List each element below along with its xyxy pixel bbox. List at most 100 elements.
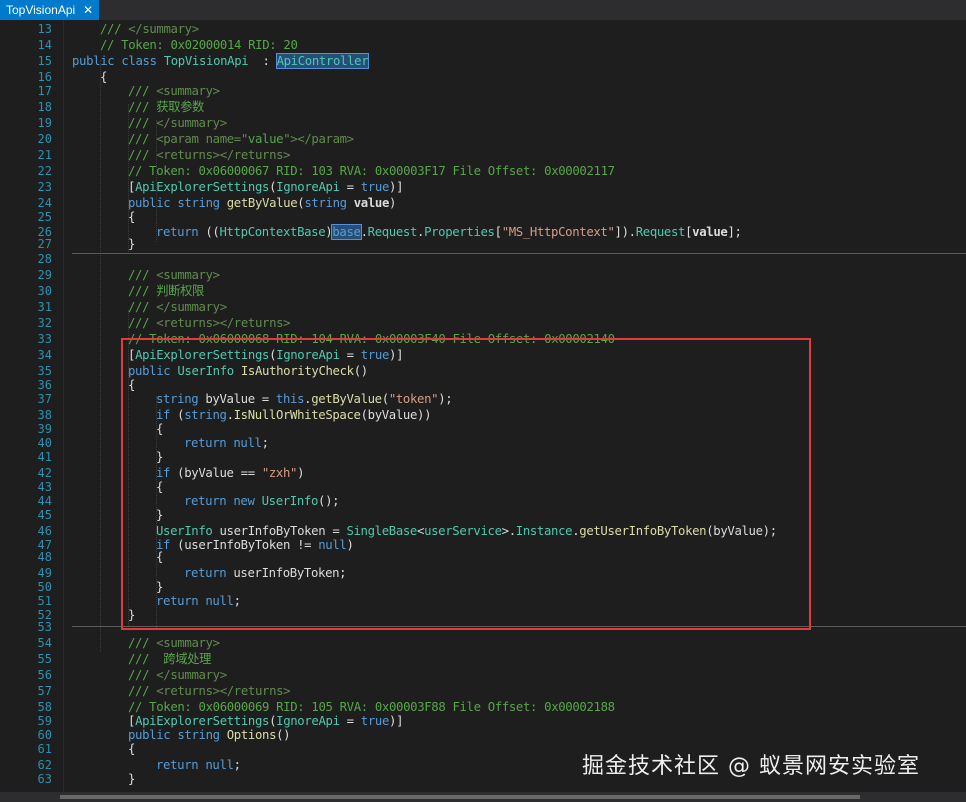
code-token: . xyxy=(360,225,368,239)
code-token: <summary> xyxy=(156,84,220,98)
tab-topvisionapi[interactable]: TopVisionApi ✕ xyxy=(0,0,100,20)
tab-label: TopVisionApi xyxy=(6,3,76,17)
line-number: 62 xyxy=(37,758,52,772)
code-token: IgnoreApi xyxy=(276,180,340,194)
code-token: /// xyxy=(128,316,157,330)
tab-bar: TopVisionApi ✕ xyxy=(0,0,966,20)
code-token: </summary> xyxy=(128,22,199,36)
code-line[interactable]: /// </summary> xyxy=(128,300,227,314)
code-token: /// xyxy=(128,300,157,314)
method-separator xyxy=(72,253,966,254)
code-token: ApiExplorerSettings xyxy=(135,714,270,728)
line-number: 23 xyxy=(37,180,52,194)
code-token: IgnoreApi xyxy=(276,714,340,728)
code-token: ; xyxy=(233,758,241,772)
line-number: 29 xyxy=(37,268,52,282)
code-token: Request xyxy=(635,225,686,239)
indent-guide xyxy=(100,60,102,652)
line-number: 55 xyxy=(37,652,52,666)
code-line[interactable]: /// <summary> xyxy=(128,84,220,98)
code-line[interactable]: [ApiExplorerSettings(IgnoreApi = true)] xyxy=(128,714,403,728)
code-line[interactable]: // Token: 0x06000069 RID: 105 RVA: 0x000… xyxy=(128,700,615,714)
code-token: /// 跨域处理 xyxy=(128,652,212,666)
line-number: 33 xyxy=(37,332,52,346)
code-token: TopVisionApi xyxy=(163,54,249,68)
code-token: true xyxy=(360,714,390,728)
code-token: )] xyxy=(389,714,404,728)
code-token: /// xyxy=(128,132,157,146)
line-number: 61 xyxy=(37,742,52,756)
line-number: 45 xyxy=(37,508,52,522)
code-token: ]). xyxy=(614,225,637,239)
code-token: <summary> xyxy=(156,636,220,650)
code-token: } xyxy=(128,772,136,786)
code-token: return null xyxy=(156,758,234,772)
line-number: 14 xyxy=(37,38,52,52)
line-number: 30 xyxy=(37,284,52,298)
code-token: ApiController xyxy=(275,53,370,69)
code-line[interactable]: /// 获取参数 xyxy=(128,100,204,114)
code-line[interactable]: // Token: 0x02000014 RID: 20 xyxy=(100,38,298,52)
code-token: value xyxy=(353,196,390,210)
line-number: 15 xyxy=(37,54,52,68)
code-token: </summary> xyxy=(156,300,227,314)
code-line[interactable]: public string Options() xyxy=(128,728,291,742)
code-token: /// 获取参数 xyxy=(128,100,205,114)
line-number: 25 xyxy=(37,210,52,224)
editor-margin xyxy=(0,20,22,802)
line-number: 35 xyxy=(37,364,52,378)
code-line[interactable]: /// 跨域处理 xyxy=(128,652,211,666)
indent-guide xyxy=(156,120,158,242)
code-line[interactable]: { xyxy=(128,742,135,756)
code-token: Properties xyxy=(424,225,495,239)
line-number: 57 xyxy=(37,684,52,698)
code-token: <returns></returns> xyxy=(156,316,291,330)
code-line[interactable]: /// <returns></returns> xyxy=(128,316,291,330)
code-token: // Token: 0x06000067 RID: 103 RVA: 0x000… xyxy=(128,164,615,178)
scrollbar-thumb[interactable] xyxy=(60,795,860,799)
line-number: 46 xyxy=(37,524,52,538)
code-line[interactable]: } xyxy=(128,772,135,786)
code-token: ]; xyxy=(727,225,742,239)
code-line[interactable]: public class TopVisionApi : ApiControlle… xyxy=(72,53,370,69)
code-line[interactable]: // Token: 0x06000067 RID: 103 RVA: 0x000… xyxy=(128,164,615,178)
code-line[interactable]: [ApiExplorerSettings(IgnoreApi = true)] xyxy=(128,180,403,194)
code-line[interactable]: /// <summary> xyxy=(128,268,220,282)
code-line[interactable]: /// <returns></returns> xyxy=(128,684,291,698)
code-token: Options xyxy=(226,728,277,742)
line-number: 50 xyxy=(37,580,52,594)
line-number: 58 xyxy=(37,700,52,714)
code-token: public string xyxy=(128,196,227,210)
line-number: 56 xyxy=(37,668,52,682)
code-token: ) xyxy=(389,196,397,210)
code-line[interactable]: public string getByValue(string value) xyxy=(128,196,396,210)
code-token: </summary> xyxy=(156,668,227,682)
code-line[interactable]: /// </summary> xyxy=(128,116,227,130)
code-token: // Token: 0x02000014 RID: 20 xyxy=(100,38,298,52)
line-number: 16 xyxy=(37,70,52,84)
code-token: /// xyxy=(128,668,157,682)
code-token: HttpContextBase xyxy=(219,225,326,239)
code-line[interactable]: /// <summary> xyxy=(128,636,220,650)
code-token: (( xyxy=(205,225,220,239)
line-number: 17 xyxy=(37,84,52,98)
code-line[interactable]: /// <returns></returns> xyxy=(128,148,291,162)
code-token: /// xyxy=(128,268,157,282)
code-token: "></param> xyxy=(283,132,354,146)
code-token: public string xyxy=(128,728,227,742)
code-token: </summary> xyxy=(156,116,227,130)
code-line[interactable]: /// <param name="value"></param> xyxy=(128,132,354,146)
code-line[interactable]: /// 判断权限 xyxy=(128,284,204,298)
close-icon[interactable]: ✕ xyxy=(83,3,93,17)
line-number: 44 xyxy=(37,494,52,508)
code-line[interactable]: return ((HttpContextBase)base.Request.Pr… xyxy=(156,224,742,240)
code-line[interactable]: /// </summary> xyxy=(128,668,227,682)
code-line[interactable]: /// </summary> xyxy=(100,22,199,36)
line-number: 37 xyxy=(37,392,52,406)
line-number: 31 xyxy=(37,300,52,314)
code-token: /// xyxy=(128,84,157,98)
line-number: 59 xyxy=(37,714,52,728)
code-editor[interactable]: 13 /// </summary> 14 // Token: 0x02000014 R… xyxy=(0,20,966,802)
code-line[interactable]: return null; xyxy=(156,758,241,772)
line-number: 42 xyxy=(37,466,52,480)
